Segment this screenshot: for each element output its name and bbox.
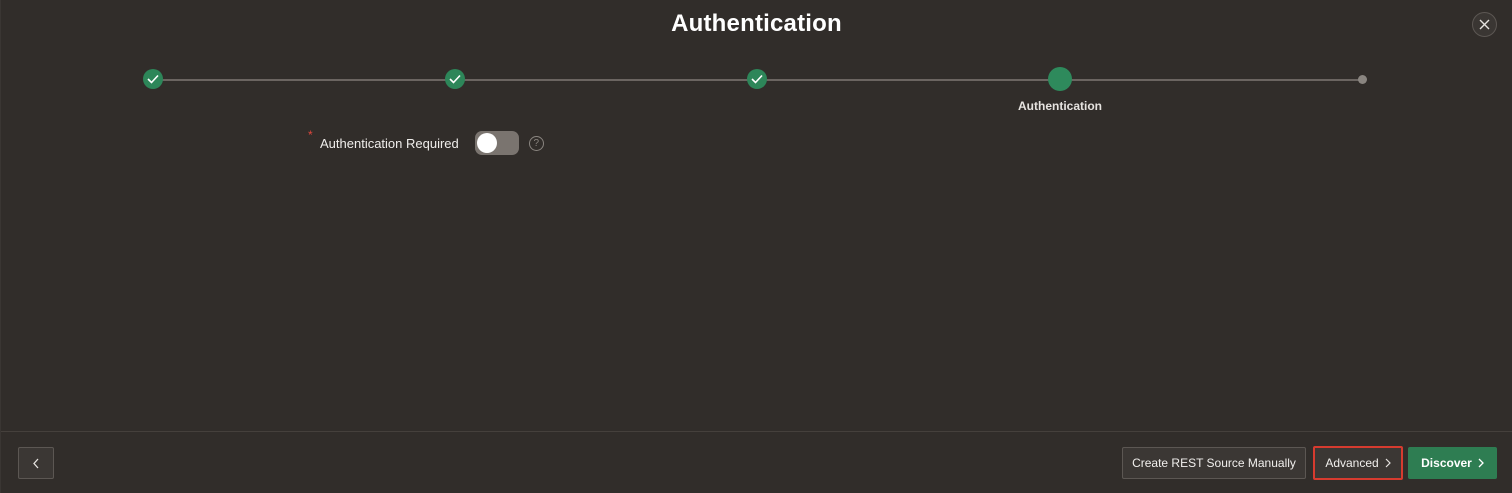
discover-label: Discover [1421,456,1472,470]
chevron-right-icon [1478,458,1484,468]
advanced-button[interactable]: Advanced [1313,446,1403,480]
required-asterisk: * [308,128,313,142]
step-3-complete [747,69,767,89]
step-4-current [1048,67,1072,91]
dialog-footer: Create REST Source Manually Advanced Dis… [1,431,1512,493]
chevron-right-icon [1385,458,1391,468]
check-icon [449,74,461,84]
step-5-future [1358,75,1367,84]
create-rest-source-manually-button[interactable]: Create REST Source Manually [1122,447,1306,479]
dialog-title: Authentication [671,10,842,37]
toggle-knob [476,133,497,153]
step-2-complete [445,69,465,89]
auth-required-field: * Authentication Required ? [306,128,544,156]
discover-button[interactable]: Discover [1408,447,1497,479]
close-icon [1479,19,1490,30]
close-button[interactable] [1472,12,1497,37]
check-icon [147,74,159,84]
chevron-left-icon [33,458,39,468]
step-1-complete [143,69,163,89]
current-step-label: Authentication [1018,99,1102,113]
advanced-label: Advanced [1325,456,1379,470]
wizard-progress-train: Authentication [1,67,1512,118]
check-icon [751,74,763,84]
create-manual-label: Create REST Source Manually [1132,456,1296,470]
auth-required-toggle[interactable] [474,131,519,155]
previous-button[interactable] [18,447,54,479]
help-icon[interactable]: ? [528,135,544,151]
wizard-dialog: Authentication Authentication * Authenti… [0,0,1512,493]
auth-required-label: Authentication Required [320,135,459,151]
